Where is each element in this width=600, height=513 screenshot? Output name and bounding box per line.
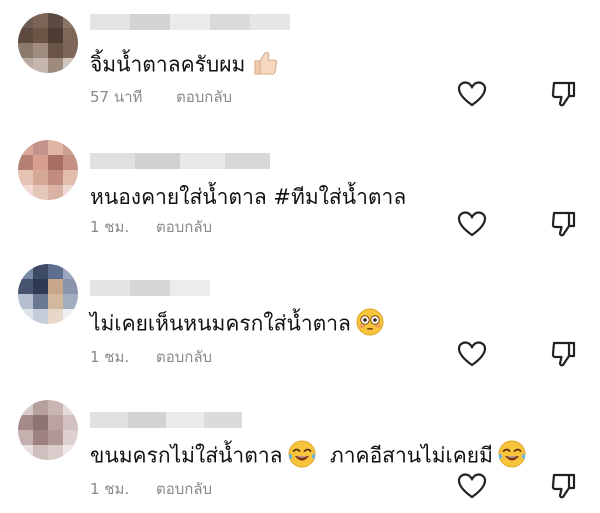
username-blurred[interactable]	[90, 280, 210, 296]
joy-face-icon	[497, 439, 527, 474]
dislike-thumbs-down-icon[interactable]	[550, 340, 578, 372]
comment-text: จิ้มน้ำตาลครับผม	[90, 48, 279, 83]
username-blurred[interactable]	[90, 14, 290, 30]
avatar[interactable]	[18, 140, 78, 200]
dislike-thumbs-down-icon[interactable]	[550, 80, 578, 112]
like-heart-icon[interactable]	[457, 472, 487, 504]
flushed-face-icon	[355, 307, 385, 342]
timestamp: 1 ชม.	[90, 348, 130, 366]
username-blurred[interactable]	[90, 153, 270, 169]
comment-text: ไม่เคยเห็นหนมครกใส่น้ำตาล	[90, 307, 385, 342]
like-heart-icon[interactable]	[457, 80, 487, 112]
username-blurred[interactable]	[90, 412, 242, 428]
comment-text: หนองคายใส่น้ำตาล #ทีมใส่น้ำตาล	[90, 185, 407, 209]
dislike-thumbs-down-icon[interactable]	[550, 472, 578, 504]
avatar[interactable]	[18, 13, 78, 73]
reply-button[interactable]: ตอบกลับ	[156, 348, 212, 366]
reply-button[interactable]: ตอบกลับ	[176, 88, 232, 106]
comment-meta: 1 ชม. ตอบกลับ	[90, 345, 212, 369]
avatar[interactable]	[18, 400, 78, 460]
timestamp: 1 ชม.	[90, 480, 130, 498]
timestamp: 57 นาที	[90, 88, 143, 106]
like-heart-icon[interactable]	[457, 340, 487, 372]
comment-meta: 57 นาที ตอบกลับ	[90, 85, 232, 109]
like-heart-icon[interactable]	[457, 210, 487, 242]
reply-button[interactable]: ตอบกลับ	[156, 218, 212, 236]
thumbs-up-icon	[249, 48, 279, 83]
comment-meta: 1 ชม. ตอบกลับ	[90, 477, 212, 501]
reply-button[interactable]: ตอบกลับ	[156, 480, 212, 498]
avatar[interactable]	[18, 264, 78, 324]
dislike-thumbs-down-icon[interactable]	[550, 210, 578, 242]
comment-text: ขนมครกไม่ใส่น้ำตาล ภาคอีสานไม่เคยมี	[90, 439, 527, 474]
joy-face-icon	[287, 439, 317, 474]
comment-meta: 1 ชม. ตอบกลับ	[90, 215, 212, 239]
timestamp: 1 ชม.	[90, 218, 130, 236]
